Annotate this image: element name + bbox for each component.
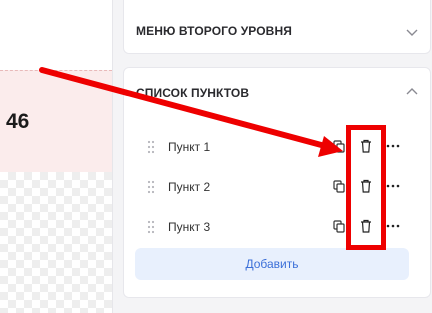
annotation-highlight-box xyxy=(346,125,386,250)
more-icon[interactable] xyxy=(386,219,400,233)
copy-icon[interactable] xyxy=(333,220,345,233)
list-item-label: Пункт 1 xyxy=(168,140,211,154)
drag-handle-icon[interactable] xyxy=(146,180,156,194)
level2-menu-section[interactable]: МЕНЮ ВТОРОГО УРОВНЯ xyxy=(123,0,431,54)
drag-handle-icon[interactable] xyxy=(146,220,156,234)
canvas-value: 46 xyxy=(6,110,30,133)
list-item-label: Пункт 2 xyxy=(168,180,211,194)
items-list-title: СПИСОК ПУНКТОВ xyxy=(136,86,250,100)
canvas-area: 46 xyxy=(0,0,112,313)
drag-handle-icon[interactable] xyxy=(146,140,156,154)
level2-menu-title: МЕНЮ ВТОРОГО УРОВНЯ xyxy=(136,24,292,38)
transparent-background xyxy=(0,172,112,313)
copy-icon[interactable] xyxy=(333,180,345,193)
copy-icon[interactable] xyxy=(333,140,345,153)
chevron-up-icon[interactable] xyxy=(404,84,420,100)
more-icon[interactable] xyxy=(386,179,400,193)
list-item-label: Пункт 3 xyxy=(168,220,211,234)
add-item-button[interactable]: Добавить xyxy=(135,248,409,280)
more-icon[interactable] xyxy=(386,139,400,153)
chevron-down-icon[interactable] xyxy=(404,24,420,40)
